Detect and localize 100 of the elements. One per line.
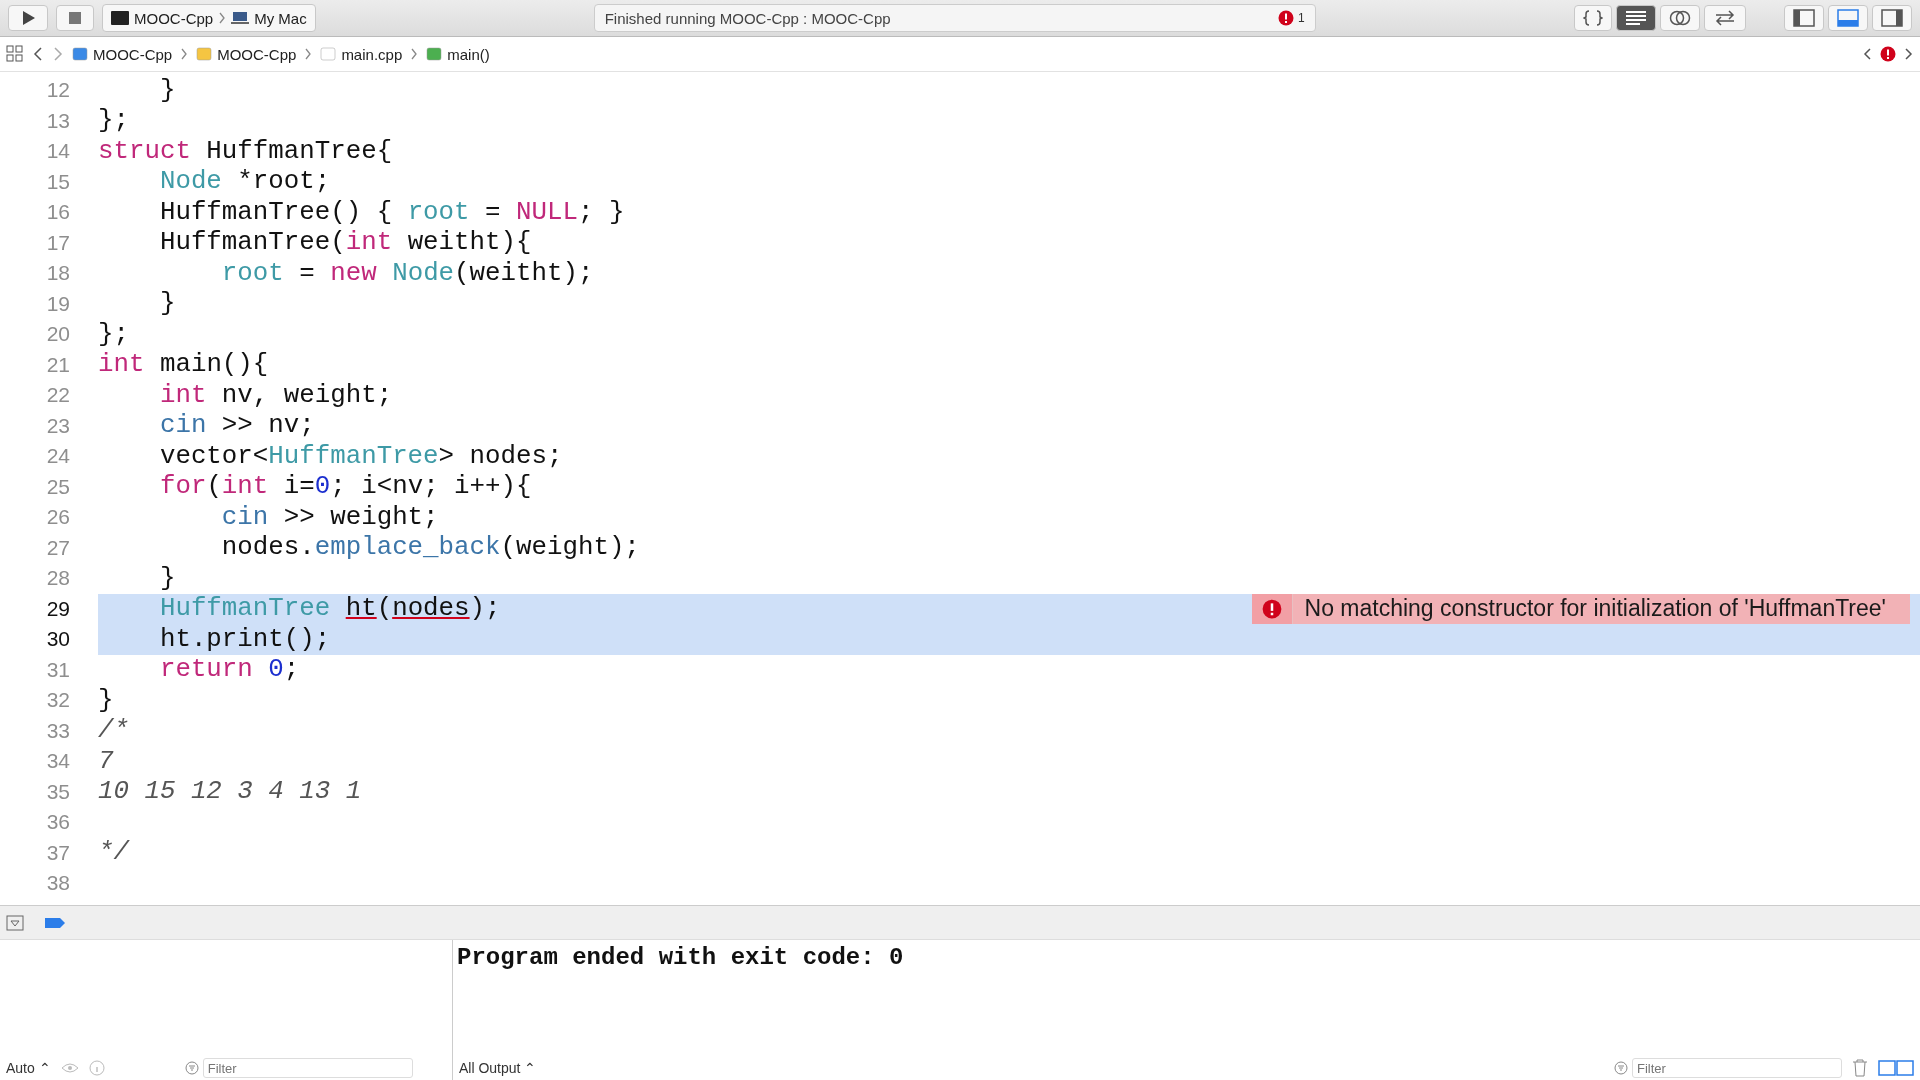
output-filter-field[interactable]: Filter (1632, 1058, 1842, 1078)
line-number: 17 (45, 230, 71, 255)
line-number: 13 (45, 108, 71, 133)
breadcrumb-item[interactable]: main.cpp (320, 45, 403, 63)
line-number: 25 (45, 474, 71, 499)
line-number: 14 (45, 139, 71, 164)
chevron-icon (304, 47, 313, 61)
code-line: int nv, weight; (158, 380, 394, 411)
stop-button[interactable] (56, 5, 94, 31)
code-line: } (158, 75, 177, 106)
line-number: 31 (45, 657, 71, 682)
chevron-icon (218, 11, 227, 25)
code-line: */ (98, 837, 131, 868)
line-number: 19 (45, 291, 71, 316)
variables-scope-selector[interactable]: Auto ⌃ (6, 1060, 51, 1076)
lines-icon (1625, 10, 1647, 26)
code-line: }; (98, 319, 130, 350)
code-line: return 0; (158, 654, 301, 685)
error-icon (1261, 598, 1282, 619)
scheme-selector[interactable]: MOOC-Cpp My Mac (102, 4, 316, 32)
line-number: 33 (45, 718, 71, 743)
code-line: struct HuffmanTree{ (98, 136, 394, 167)
previous-issue-icon[interactable] (1862, 46, 1872, 62)
code-line: }; (98, 105, 130, 136)
line-number: 37 (45, 840, 71, 865)
library-button[interactable] (1574, 5, 1612, 31)
code-line: for(int i=0; i<nv; i++){ (158, 471, 533, 502)
line-number: 35 (45, 779, 71, 804)
line-number: 38 (45, 871, 71, 896)
assistant-editor-button[interactable] (1660, 5, 1700, 31)
forward-icon[interactable] (52, 46, 64, 62)
run-button[interactable] (8, 5, 48, 31)
breakpoint-icon[interactable] (44, 916, 66, 929)
line-number: 16 (45, 200, 71, 225)
code-line: 10 15 12 3 4 13 1 (98, 776, 363, 807)
grid-icon[interactable] (6, 45, 24, 63)
console-output: Program ended with exit code: 0 (456, 943, 905, 971)
right-panel-icon (1881, 9, 1903, 27)
output-mode-selector[interactable]: All Output ⌃ (459, 1060, 537, 1076)
line-number: 20 (45, 322, 71, 347)
breadcrumb-item[interactable]: MOOC-Cpp (72, 45, 173, 63)
code-line: } (98, 685, 115, 716)
project-icon (72, 46, 88, 62)
line-number: 26 (45, 505, 71, 530)
line-number: 18 (45, 261, 71, 286)
line-number: 30 (45, 627, 71, 652)
code-line: root = new Node(weitht); (220, 258, 595, 289)
debug-area-toggle-button[interactable] (1828, 5, 1868, 31)
trash-icon[interactable] (1852, 1059, 1868, 1077)
breadcrumb-item[interactable]: MOOC-Cpp (196, 45, 297, 63)
line-number: 24 (45, 444, 71, 469)
breadcrumb-item[interactable]: main() (426, 45, 490, 63)
code-line: cin >> weight; (220, 502, 440, 533)
navigator-toggle-button[interactable] (1784, 5, 1824, 31)
error-icon (1880, 46, 1896, 62)
version-editor-button[interactable] (1704, 5, 1746, 31)
code-line: nodes.emplace_back(weight); (220, 532, 641, 563)
code-line: } (158, 288, 177, 319)
line-number: 32 (45, 688, 71, 713)
hide-debug-area-icon[interactable] (6, 914, 24, 931)
line-number: 29 (45, 596, 71, 621)
bottom-panel-icon (1837, 9, 1859, 27)
overlapping-circles-icon (1669, 9, 1691, 27)
code-line: } (158, 563, 177, 594)
line-number: 21 (45, 352, 71, 377)
chevron-icon (180, 47, 189, 61)
line-number: 27 (45, 535, 71, 560)
code-line: int main(){ (98, 349, 270, 380)
file-icon (320, 46, 337, 62)
utilities-toggle-button[interactable] (1872, 5, 1912, 31)
line-number: 12 (45, 78, 71, 103)
line-number: 36 (45, 810, 71, 835)
line-number: 34 (45, 749, 71, 774)
code-line: cin >> nv; (158, 410, 316, 441)
split-panes-icon[interactable] (1878, 1060, 1914, 1076)
function-icon (426, 46, 443, 62)
code-line: /* (98, 715, 130, 746)
terminal-icon (111, 11, 129, 25)
line-number: 15 (45, 169, 71, 194)
status-text: Finished running MOOC-Cpp : MOOC-Cpp (604, 9, 892, 27)
variables-filter-field[interactable]: Filter (202, 1058, 413, 1078)
code-line: HuffmanTree() { root = NULL; } (158, 197, 626, 228)
line-number: 23 (45, 413, 71, 438)
code-line: vector<HuffmanTree> nodes; (158, 441, 564, 472)
chevron-icon (410, 47, 419, 61)
filter-icon (1614, 1061, 1628, 1075)
line-number: 22 (45, 383, 71, 408)
next-issue-icon[interactable] (1904, 46, 1914, 62)
error-message: No matching constructor for initialization of 'HuffmanTree' (1251, 593, 1910, 624)
laptop-icon (231, 11, 250, 25)
standard-editor-button[interactable] (1616, 5, 1656, 31)
error-count: 1 (1298, 11, 1305, 25)
back-icon[interactable] (32, 46, 44, 62)
code-line: HuffmanTree(int weitht){ (158, 227, 533, 258)
line-number: 28 (45, 566, 71, 591)
folder-icon (196, 46, 213, 62)
filter-icon (184, 1061, 199, 1075)
code-line: 7 (98, 746, 115, 777)
error-icon (1278, 10, 1294, 26)
code-line: Node *root; (158, 166, 332, 197)
